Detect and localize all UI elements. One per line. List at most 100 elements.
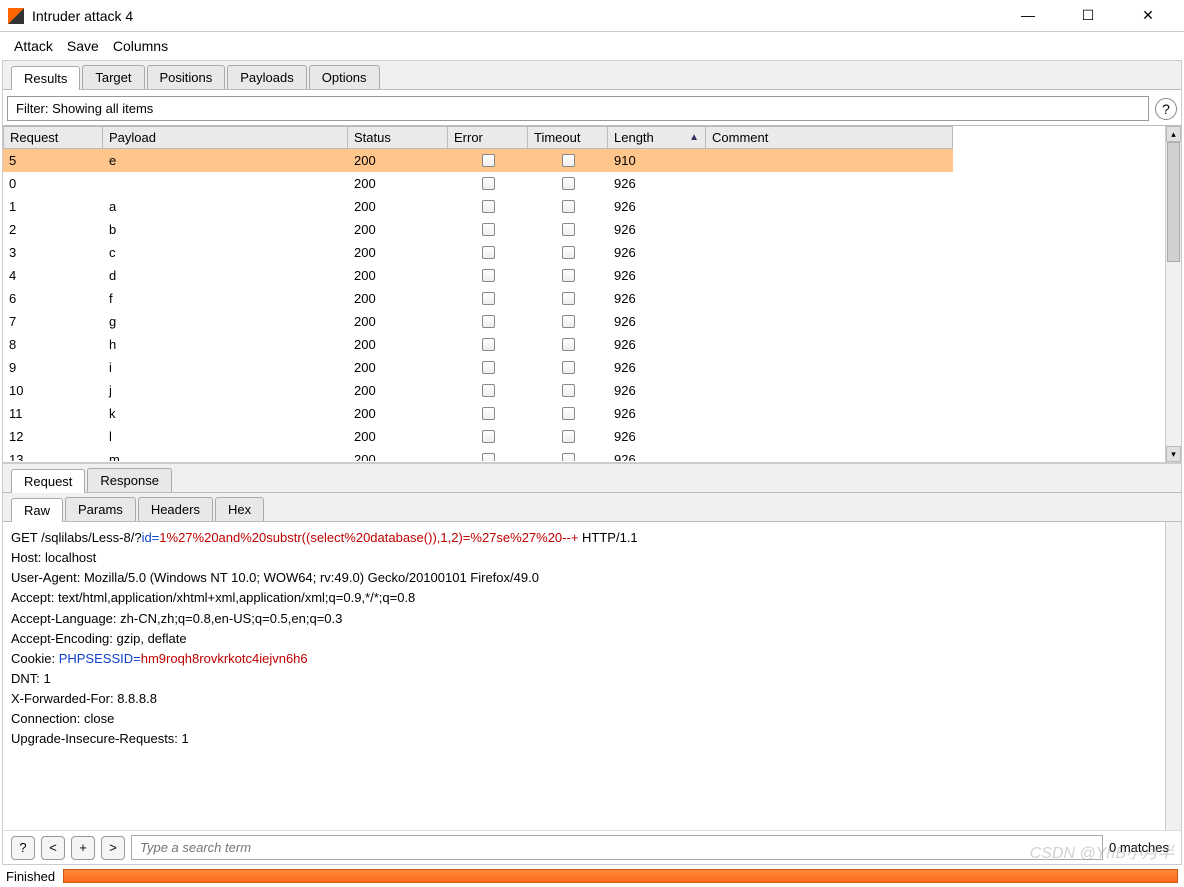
cell-payload: b: [103, 218, 348, 241]
cell-error: [448, 425, 528, 448]
tab-results[interactable]: Results: [11, 66, 80, 90]
table-row[interactable]: 5e200910: [3, 149, 1181, 172]
cell-request: 3: [3, 241, 103, 264]
cell-error: [448, 356, 528, 379]
col-error[interactable]: Error: [448, 126, 528, 149]
maximize-button[interactable]: ☐: [1068, 7, 1108, 24]
search-help-button[interactable]: ?: [11, 836, 35, 860]
tab-target[interactable]: Target: [82, 65, 144, 89]
cell-timeout: [528, 149, 608, 172]
tab-payloads[interactable]: Payloads: [227, 65, 306, 89]
cell-status: 200: [348, 218, 448, 241]
tab-raw[interactable]: Raw: [11, 498, 63, 522]
cell-comment: [706, 287, 953, 310]
cell-request: 13: [3, 448, 103, 461]
scroll-down-icon[interactable]: ▾: [1166, 446, 1181, 462]
cell-status: 200: [348, 402, 448, 425]
close-button[interactable]: ✕: [1128, 7, 1168, 24]
search-prev-button[interactable]: <: [41, 836, 65, 860]
cell-status: 200: [348, 195, 448, 218]
search-add-button[interactable]: +: [71, 836, 95, 860]
minimize-button[interactable]: —: [1008, 7, 1048, 24]
cell-error: [448, 241, 528, 264]
cell-request: 11: [3, 402, 103, 425]
cell-payload: e: [103, 149, 348, 172]
cell-payload: i: [103, 356, 348, 379]
checkbox-icon: [562, 338, 575, 351]
menu-save[interactable]: Save: [63, 36, 103, 56]
request-header-line: X-Forwarded-For: 8.8.8.8: [11, 689, 1173, 709]
cell-status: 200: [348, 149, 448, 172]
cell-request: 6: [3, 287, 103, 310]
cell-timeout: [528, 310, 608, 333]
tab-request[interactable]: Request: [11, 469, 85, 493]
search-next-button[interactable]: >: [101, 836, 125, 860]
search-input[interactable]: [131, 835, 1103, 860]
help-icon[interactable]: ?: [1155, 98, 1177, 120]
checkbox-icon: [562, 223, 575, 236]
table-row[interactable]: 13m200926: [3, 448, 1181, 461]
menu-attack[interactable]: Attack: [10, 36, 57, 56]
progress-bar: [63, 869, 1178, 883]
menubar: Attack Save Columns: [0, 32, 1184, 60]
cell-length: 926: [608, 379, 706, 402]
cell-status: 200: [348, 356, 448, 379]
table-row[interactable]: 8h200926: [3, 333, 1181, 356]
filter-box[interactable]: Filter: Showing all items: [7, 96, 1149, 121]
req-resp-tabs: Request Response: [3, 464, 1181, 493]
titlebar: Intruder attack 4 — ☐ ✕: [0, 0, 1184, 32]
cell-length: 926: [608, 402, 706, 425]
col-timeout[interactable]: Timeout: [528, 126, 608, 149]
col-length[interactable]: Length▲: [608, 126, 706, 149]
table-row[interactable]: 2b200926: [3, 218, 1181, 241]
checkbox-icon: [562, 177, 575, 190]
request-scrollbar[interactable]: [1165, 522, 1181, 830]
cell-error: [448, 402, 528, 425]
cell-payload: l: [103, 425, 348, 448]
cell-error: [448, 448, 528, 461]
table-row[interactable]: 10j200926: [3, 379, 1181, 402]
tab-headers[interactable]: Headers: [138, 497, 213, 521]
scroll-up-icon[interactable]: ▴: [1166, 126, 1181, 142]
table-row[interactable]: 12l200926: [3, 425, 1181, 448]
col-payload[interactable]: Payload: [103, 126, 348, 149]
checkbox-icon: [482, 223, 495, 236]
scroll-thumb[interactable]: [1167, 142, 1180, 262]
filter-row: Filter: Showing all items ?: [7, 96, 1177, 121]
request-body[interactable]: GET /sqlilabs/Less-8/?id=1%27%20and%20su…: [3, 522, 1181, 830]
cell-payload: j: [103, 379, 348, 402]
results-table: Request Payload Status Error Timeout Len…: [3, 125, 1181, 462]
content-area: Results Target Positions Payloads Option…: [2, 60, 1182, 865]
cell-request: 5: [3, 149, 103, 172]
col-status[interactable]: Status: [348, 126, 448, 149]
table-row[interactable]: 11k200926: [3, 402, 1181, 425]
checkbox-icon: [482, 200, 495, 213]
cell-error: [448, 333, 528, 356]
tab-positions[interactable]: Positions: [147, 65, 226, 89]
table-row[interactable]: 6f200926: [3, 287, 1181, 310]
request-header-line: User-Agent: Mozilla/5.0 (Windows NT 10.0…: [11, 568, 1173, 588]
checkbox-icon: [562, 154, 575, 167]
vertical-scrollbar[interactable]: ▴ ▾: [1165, 126, 1181, 462]
table-row[interactable]: 7g200926: [3, 310, 1181, 333]
menu-columns[interactable]: Columns: [109, 36, 172, 56]
col-comment[interactable]: Comment: [706, 126, 953, 149]
tab-response[interactable]: Response: [87, 468, 172, 492]
tab-options[interactable]: Options: [309, 65, 380, 89]
table-row[interactable]: 4d200926: [3, 264, 1181, 287]
table-row[interactable]: 9i200926: [3, 356, 1181, 379]
cell-comment: [706, 379, 953, 402]
checkbox-icon: [562, 292, 575, 305]
tab-hex[interactable]: Hex: [215, 497, 264, 521]
cell-status: 200: [348, 448, 448, 461]
cell-request: 10: [3, 379, 103, 402]
cell-comment: [706, 149, 953, 172]
table-row[interactable]: 1a200926: [3, 195, 1181, 218]
col-request[interactable]: Request: [3, 126, 103, 149]
request-header-line: Host: localhost: [11, 548, 1173, 568]
table-row[interactable]: 0200926: [3, 172, 1181, 195]
request-header-line: Accept-Encoding: gzip, deflate: [11, 629, 1173, 649]
tab-params[interactable]: Params: [65, 497, 136, 521]
table-row[interactable]: 3c200926: [3, 241, 1181, 264]
cell-timeout: [528, 356, 608, 379]
